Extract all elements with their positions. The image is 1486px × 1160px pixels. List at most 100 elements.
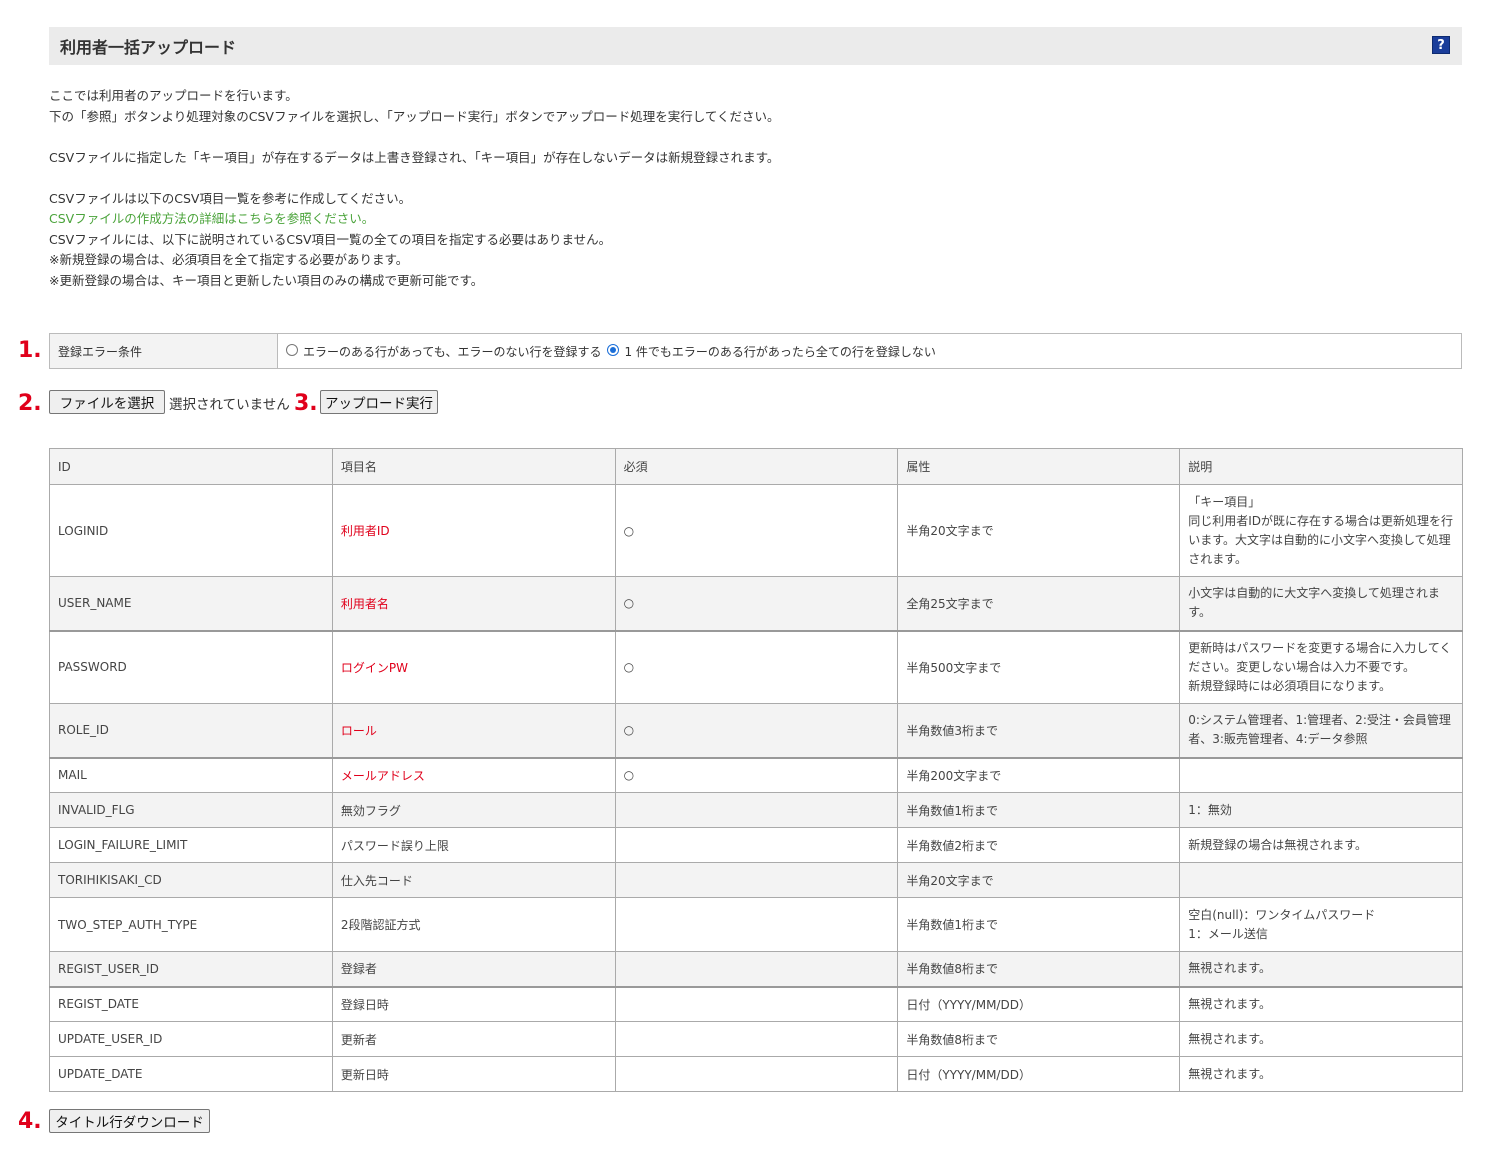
cell-item-name: 更新日時 [331,1056,616,1092]
file-status: 選択されていません [169,397,290,413]
intro-line: 下の「参照」ボタンより処理対象のCSVファイルを選択し、「アップロード実行」ボタ… [49,108,780,124]
column-header-description: 説明 [1179,448,1463,485]
cell-attribute: 半角数値8桁まで [897,951,1181,987]
cell-attribute: 半角500文字まで [897,629,1181,704]
radio-icon[interactable] [286,344,298,356]
error-condition-label: 登録エラー条件 [50,334,278,368]
intro-line: CSVファイルには、以下に説明されているCSV項目一覧の全ての項目を指定する必要… [49,231,612,247]
cell-id: TORIHIKISAKI_CD [49,862,333,898]
csv-items-table: ID 項目名 必須 属性 説明 LOGINID 利用者ID ○ 半角20文字まで 「キー… [49,448,1463,1092]
cell-id: MAIL [49,756,333,793]
cell-description: 更新時はパスワードを変更する場合に入力してください。変更しない場合は入力不要です… [1179,629,1463,704]
table-row: USER_NAME 利用者名 ○ 全角25文字まで 小文字は自動的に大文字へ変換して処理… [49,576,1463,631]
cell-attribute: 半角数値8桁まで [897,1021,1181,1057]
choose-file-button[interactable]: ファイルを選択 [49,390,165,414]
cell-attribute: 半角数値1桁まで [897,897,1181,952]
cell-id: ROLE_ID [49,703,333,758]
cell-attribute: 日付（YYYY/MM/DD） [897,1056,1181,1092]
cell-id: UPDATE_DATE [49,1056,333,1092]
cell-description: 「キー項目」 同じ利用者IDが既に存在する場合は更新処理を行います。大文字は自動… [1179,484,1463,577]
cell-description: 無視されます。 [1179,1021,1463,1057]
upload-button[interactable]: アップロード実行 [320,390,438,414]
column-header-required: 必須 [614,448,899,485]
cell-required [614,1056,899,1092]
table-row: UPDATE_USER_ID 更新者 半角数値8桁まで 無視されます。 [49,1021,1463,1057]
cell-item-name: メールアドレス [331,756,616,793]
cell-item-name: 無効フラグ [331,792,616,828]
table-row: TWO_STEP_AUTH_TYPE 2段階認証方式 半角数値1桁まで 空白(null… [49,897,1463,952]
download-title-row-button[interactable]: タイトル行ダウンロード [49,1109,210,1133]
cell-item-name: 仕入先コード [331,862,616,898]
cell-item-name: ロール [331,703,616,758]
cell-attribute: 半角20文字まで [897,484,1181,577]
cell-description: 新規登録の場合は無視されます。 [1179,827,1463,863]
cell-required [614,951,899,987]
step-number-1: 1. [18,338,42,363]
intro-text: ここでは利用者のアップロードを行います。 下の「参照」ボタンより処理対象のCSV… [49,86,1249,291]
cell-description: 小文字は自動的に大文字へ変換して処理されます。 [1179,576,1463,631]
cell-item-name: パスワード誤り上限 [331,827,616,863]
error-option-register-valid[interactable]: エラーのある行があっても、エラーのない行を登録する [286,343,601,360]
cell-id: USER_NAME [49,576,333,631]
cell-item-name: 登録者 [331,951,616,987]
table-row: UPDATE_DATE 更新日時 日付（YYYY/MM/DD） 無視されます。 [49,1056,1463,1092]
cell-attribute: 全角25文字まで [897,576,1181,631]
column-header-name: 項目名 [331,448,616,485]
error-condition-row: 登録エラー条件 エラーのある行があっても、エラーのない行を登録する 1 件でもエ… [49,333,1462,369]
step-number-3: 3. [294,391,318,416]
cell-description: 1：無効 [1179,792,1463,828]
intro-line: CSVファイルに指定した「キー項目」が存在するデータは上書き登録され、「キー項目… [49,149,780,165]
cell-required: ○ [614,629,899,704]
cell-description: 0:システム管理者、1:管理者、2:受注・会員管理者、3:販売管理者、4:データ… [1179,703,1463,758]
cell-required [614,792,899,828]
cell-attribute: 日付（YYYY/MM/DD） [897,985,1181,1022]
table-row: LOGINID 利用者ID ○ 半角20文字まで 「キー項目」 同じ利用者IDが既に存在… [49,484,1463,577]
cell-attribute: 半角数値3桁まで [897,703,1181,758]
cell-required [614,827,899,863]
intro-line: ※新規登録の場合は、必須項目を全て指定する必要があります。 [49,252,409,267]
cell-id: INVALID_FLG [49,792,333,828]
table-row: REGIST_USER_ID 登録者 半角数値8桁まで 無視されます。 [49,951,1463,987]
step-number-4: 4. [18,1109,42,1134]
cell-required [614,985,899,1022]
error-option-register-none[interactable]: 1 件でもエラーのある行があったら全ての行を登録しない [607,343,936,360]
page-title: 利用者一括アップロード [60,38,237,57]
cell-id: LOGINID [49,484,333,577]
cell-description: 無視されます。 [1179,951,1463,987]
intro-line: CSVファイルは以下のCSV項目一覧を参考に作成してください。 [49,190,412,206]
table-row: MAIL メールアドレス ○ 半角200文字まで [49,756,1463,793]
cell-item-name: 利用者名 [331,576,616,631]
cell-id: REGIST_DATE [49,985,333,1022]
table-row: PASSWORD ログインPW ○ 半角500文字まで 更新時はパスワードを変更する場合… [49,629,1463,704]
page-header: 利用者一括アップロード ? [49,27,1462,65]
table-header-row: ID 項目名 必須 属性 説明 [49,448,1463,485]
cell-required [614,1021,899,1057]
help-icon[interactable]: ? [1432,36,1450,54]
cell-id: LOGIN_FAILURE_LIMIT [49,827,333,863]
intro-line: ここでは利用者のアップロードを行います。 [49,88,298,103]
cell-id: REGIST_USER_ID [49,951,333,987]
cell-required: ○ [614,484,899,577]
table-row: INVALID_FLG 無効フラグ 半角数値1桁まで 1：無効 [49,792,1463,828]
cell-description [1179,756,1463,793]
table-row: TORIHIKISAKI_CD 仕入先コード 半角20文字まで [49,862,1463,898]
table-row: LOGIN_FAILURE_LIMIT パスワード誤り上限 半角数値2桁まで 新規登録… [49,827,1463,863]
column-header-id: ID [49,448,333,485]
step-number-2: 2. [18,391,42,416]
cell-attribute: 半角20文字まで [897,862,1181,898]
cell-required: ○ [614,576,899,631]
cell-description: 空白(null)：ワンタイムパスワード 1：メール送信 [1179,897,1463,952]
csv-guide-link[interactable]: CSVファイルの作成方法の詳細はこちらを参照ください。 [49,209,1249,230]
cell-item-name: 登録日時 [331,985,616,1022]
cell-description: 無視されます。 [1179,985,1463,1022]
cell-item-name: 更新者 [331,1021,616,1057]
cell-required: ○ [614,756,899,793]
cell-id: TWO_STEP_AUTH_TYPE [49,897,333,952]
cell-description: 無視されます。 [1179,1056,1463,1092]
cell-required [614,862,899,898]
radio-checked-icon[interactable] [607,344,620,356]
cell-attribute: 半角数値2桁まで [897,827,1181,863]
cell-item-name: ログインPW [331,629,616,704]
cell-id: UPDATE_USER_ID [49,1021,333,1057]
cell-required: ○ [614,703,899,758]
